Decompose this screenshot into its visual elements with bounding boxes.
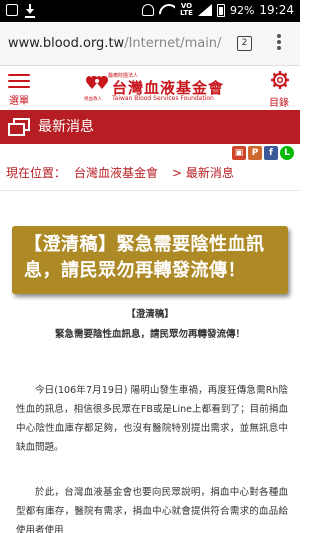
breadcrumb: 現在位置： 台灣血液基金會 > 最新消息	[6, 164, 296, 184]
section-banner: 最新消息	[0, 110, 300, 144]
menu-dot-icon	[277, 34, 281, 38]
site-logo[interactable]: 醫療財團法人 台灣血液基金會 Taiwan Blood Services Fou…	[84, 72, 240, 104]
browser-toolbar: www.blood.org.tw/Internet/main/ 2	[0, 22, 300, 66]
headline-line-1: 【澄清稿】緊急需要陰性血訊	[24, 234, 265, 255]
divider	[0, 190, 300, 191]
article-subtitle: 緊急需要陰性血訊息，請民眾勿再轉發流傳！	[54, 329, 245, 340]
gear-icon	[271, 71, 289, 89]
status-bar: VO LTE 92% 19:24	[0, 0, 300, 22]
line-icon[interactable]: L	[280, 146, 294, 160]
url-host: www.blood.org.tw	[8, 36, 125, 51]
download-icon	[24, 4, 36, 18]
breadcrumb-current: 最新消息	[185, 166, 234, 180]
breadcrumb-separator: >	[172, 166, 183, 180]
menu-button[interactable]: 選單	[8, 71, 30, 107]
battery-percent: 92%	[229, 3, 255, 17]
clock: 19:24	[259, 3, 294, 17]
site-header: 選單 醫療財團法人 台灣血液基金會 Taiwan Blood Services …	[0, 66, 300, 110]
section-title: 最新消息	[38, 119, 94, 135]
directory-label: 目錄	[269, 98, 289, 109]
hamburger-icon	[8, 74, 30, 76]
article-paragraph: 於此，台灣血液基金會也要向民眾說明，捐血中心對各種血型都有庫存，醫院有需求，捐血…	[16, 487, 288, 533]
signal-icon	[197, 4, 212, 16]
share-bar: ▣ P f L	[232, 146, 294, 160]
print-icon[interactable]: ▣	[232, 146, 246, 160]
article-tag: 【澄清稿】	[126, 309, 174, 320]
hamburger-icon	[8, 86, 30, 88]
image-notification-icon	[6, 4, 18, 16]
url-field[interactable]: www.blood.org.tw/Internet/main/	[8, 31, 226, 57]
windows-icon	[8, 118, 30, 136]
menu-dot-icon	[277, 46, 281, 50]
wifi-icon	[159, 4, 175, 16]
lte-label: LTE	[180, 9, 193, 17]
directory-button[interactable]: 目錄	[268, 70, 292, 109]
breadcrumb-label: 現在位置：	[6, 166, 67, 180]
alarm-icon	[142, 4, 155, 16]
tab-switcher-button[interactable]: 2	[237, 36, 252, 51]
menu-label: 選單	[9, 96, 29, 107]
menu-dot-icon	[277, 40, 281, 44]
plurk-icon[interactable]: P	[248, 146, 262, 160]
logo-slogan: 捐血救人	[84, 97, 102, 102]
breadcrumb-home-link[interactable]: 台灣血液基金會	[74, 166, 158, 180]
battery-icon	[216, 3, 225, 17]
volte-indicator: VO LTE	[180, 3, 193, 17]
hamburger-icon	[8, 80, 30, 82]
blood-drop-logo-icon	[86, 76, 108, 89]
article-paragraph: 今日(106年7月19日) 陽明山發生車禍，再度狂傳急需Rh陰性血的訊息，相信很…	[16, 385, 288, 453]
browser-menu-button[interactable]	[276, 34, 282, 54]
logo-english-name: Taiwan Blood Services Foundation	[112, 95, 214, 102]
headline-line-2: 息，請民眾勿再轉發流傳！	[24, 260, 246, 281]
headline-box: 【澄清稿】緊急需要陰性血訊 息，請民眾勿再轉發流傳！	[12, 226, 288, 294]
facebook-icon[interactable]: f	[264, 146, 278, 160]
url-path: /Internet/main/	[124, 36, 222, 51]
